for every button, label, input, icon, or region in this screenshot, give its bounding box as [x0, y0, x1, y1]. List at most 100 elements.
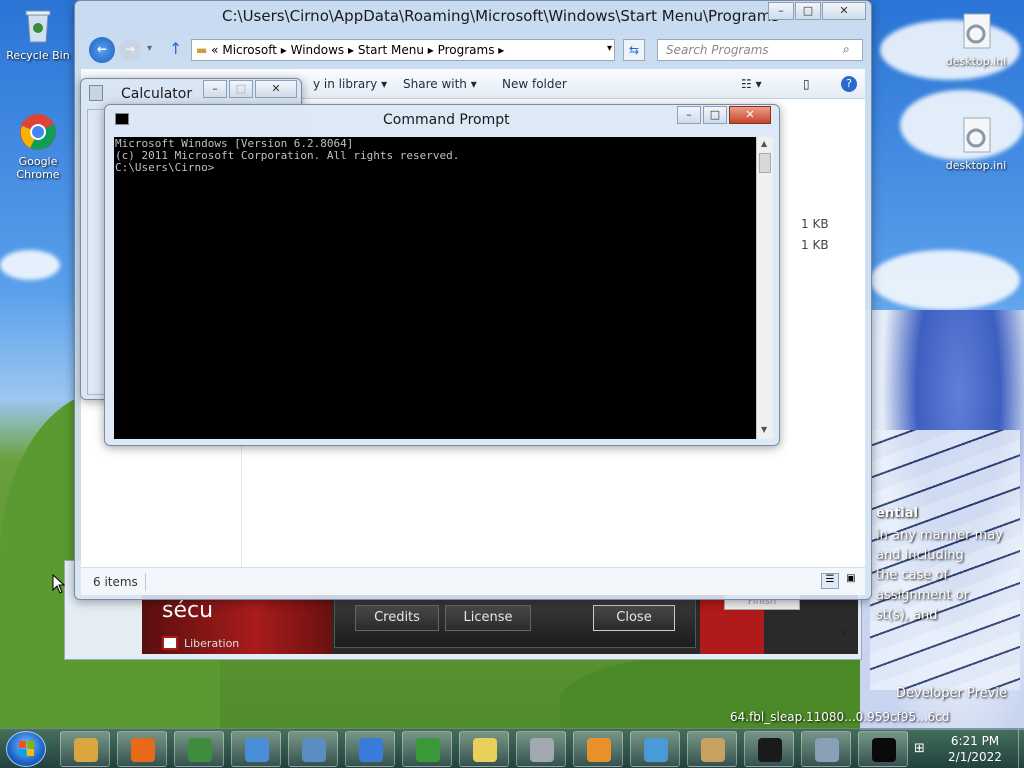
printer-fax-icon — [530, 738, 554, 762]
maximize-button[interactable]: □ — [229, 80, 253, 98]
scroll-thumb[interactable] — [759, 153, 771, 173]
explorer-icon — [74, 738, 98, 762]
taskbar-button[interactable] — [516, 731, 566, 767]
settings-file-icon — [956, 116, 996, 156]
credits-button[interactable]: Credits — [355, 605, 439, 631]
maximize-button[interactable]: □ — [795, 2, 821, 20]
close-button[interactable]: Close — [593, 605, 675, 631]
command-prompt-icon — [115, 113, 129, 125]
preview-pane-icon[interactable]: ▯ — [803, 77, 810, 91]
desktop-icon-desktop-ini[interactable]: desktop.ini — [940, 12, 1012, 68]
help-icon[interactable]: ? — [841, 76, 857, 92]
desktop-icon-desktop-ini[interactable]: desktop.ini — [940, 116, 1012, 172]
taskbar-button[interactable] — [744, 731, 794, 767]
desktop-icon-google-chrome[interactable]: Google Chrome — [2, 112, 74, 181]
command-prompt-window: Command Prompt – □ ✕ Microsoft Windows [… — [104, 104, 780, 446]
overlay-text: in any manner may and including the case… — [876, 526, 1003, 626]
taskbar-button[interactable] — [117, 731, 167, 767]
console-prompt: C:\Users\Cirno> — [115, 161, 215, 174]
taskbar-button[interactable] — [60, 731, 110, 767]
up-arrow-icon[interactable]: ↑ — [169, 39, 182, 58]
search-input[interactable]: Search Programs — [657, 39, 863, 61]
installer-brand-sub: Liberation — [184, 637, 240, 650]
include-in-library-button[interactable]: y in library ▾ — [313, 77, 387, 91]
system-clock[interactable]: 6:21 PM 2/1/2022 — [935, 733, 1015, 765]
breadcrumb-segment[interactable]: Microsoft — [222, 43, 277, 57]
refresh-icon[interactable]: ⇆ — [623, 39, 645, 61]
view-options-icon[interactable]: ☷ ▾ — [741, 77, 762, 91]
windows-logo-icon — [19, 741, 34, 756]
close-button[interactable]: ✕ — [822, 2, 866, 20]
desktop-icon-label: desktop.ini — [945, 55, 1007, 68]
taskbar-button[interactable] — [459, 731, 509, 767]
large-icons-view-icon[interactable]: ▣ — [843, 573, 859, 589]
address-bar[interactable]: ▬ « Microsoft ▸ Windows ▸ Start Menu ▸ P… — [191, 39, 615, 61]
command-prompt-icon — [872, 738, 896, 762]
breadcrumb-segment[interactable]: Start Menu — [358, 43, 424, 57]
clock-date: 2/1/2022 — [948, 750, 1002, 764]
paper-plane-icon — [644, 738, 668, 762]
calculator-title: Calculator — [121, 86, 193, 102]
details-view-icon[interactable]: ☰ — [821, 573, 839, 589]
command-prompt-title: Command Prompt — [383, 112, 510, 128]
item-count: 6 items — [93, 575, 138, 589]
chevron-down-icon[interactable]: ⌄ — [838, 622, 850, 638]
chart-app-icon — [473, 738, 497, 762]
search-icon[interactable]: ⌕ — [843, 42, 850, 57]
maximize-button[interactable]: □ — [703, 106, 727, 124]
console-output[interactable]: Microsoft Windows [Version 6.2.8064] (c) … — [114, 137, 756, 439]
scroll-down-icon[interactable]: ▼ — [761, 425, 767, 434]
calculator-icon — [89, 85, 103, 101]
breadcrumb-segment[interactable]: Windows — [291, 43, 345, 57]
folder-icon: ▬ — [196, 43, 208, 57]
breadcrumb-segment[interactable]: Programs — [438, 43, 495, 57]
taskbar-button[interactable] — [687, 731, 737, 767]
desktop-icon-label: Google Chrome — [16, 155, 60, 181]
network-icon[interactable]: ⊞ — [914, 741, 925, 756]
taskbar-button[interactable] — [801, 731, 851, 767]
desktop-icon-recycle-bin[interactable]: Recycle Bin — [2, 6, 74, 62]
new-folder-button[interactable]: New folder — [502, 77, 567, 91]
minimize-button[interactable]: – — [677, 106, 701, 124]
share-with-button[interactable]: Share with ▾ — [403, 77, 477, 91]
mouse-cursor-icon — [52, 573, 66, 597]
minimize-button[interactable]: – — [203, 80, 227, 98]
status-divider — [145, 573, 146, 591]
build-string-text: 64.fbl_sleap.11080...0.959cf95...6cd — [730, 710, 950, 724]
show-desktop-button[interactable] — [1018, 729, 1024, 768]
remote-desktop-icon — [302, 738, 326, 762]
close-button[interactable]: ✕ — [729, 106, 771, 124]
taskbar-button[interactable] — [174, 731, 224, 767]
minimize-button[interactable]: – — [768, 2, 794, 20]
desktop-icon-label: desktop.ini — [945, 159, 1007, 172]
taskbar-button[interactable] — [402, 731, 452, 767]
chrome-icon — [18, 112, 58, 152]
scroll-up-icon[interactable]: ▲ — [761, 139, 767, 148]
installer-brand-text: sécu — [162, 598, 214, 623]
7zip-icon — [758, 738, 782, 762]
taskbar-button[interactable] — [573, 731, 623, 767]
taskbar-button[interactable] — [288, 731, 338, 767]
address-dropdown-icon[interactable]: ▾ — [607, 43, 612, 54]
taskbar-button[interactable] — [231, 731, 281, 767]
developer-preview-text: Developer Previe — [896, 686, 1007, 701]
close-button[interactable]: ✕ — [255, 80, 297, 98]
taskbar-button[interactable] — [345, 731, 395, 767]
settings-file-icon — [956, 12, 996, 52]
back-arrow-icon[interactable]: ← — [89, 37, 115, 63]
history-dropdown-icon[interactable]: ▾ — [147, 43, 152, 54]
recycle-bin-icon — [18, 6, 58, 46]
cat-app-icon — [701, 738, 725, 762]
taskbar-button[interactable] — [630, 731, 680, 767]
overlay-heading: ential — [876, 506, 918, 521]
calculator-icon — [815, 738, 839, 762]
status-bar: 6 items ☰ ▣ — [81, 567, 865, 595]
desktop-icon-label: Recycle Bin — [6, 49, 70, 62]
license-button[interactable]: License — [445, 605, 531, 631]
taskbar-button[interactable] — [858, 731, 908, 767]
firefox-icon — [131, 738, 155, 762]
vertical-scrollbar[interactable]: ▲ ▼ — [756, 137, 773, 439]
forward-arrow-icon[interactable]: → — [119, 39, 141, 61]
taskbar: ⊞ 6:21 PM 2/1/2022 — [0, 728, 1024, 768]
start-button[interactable] — [6, 731, 46, 767]
